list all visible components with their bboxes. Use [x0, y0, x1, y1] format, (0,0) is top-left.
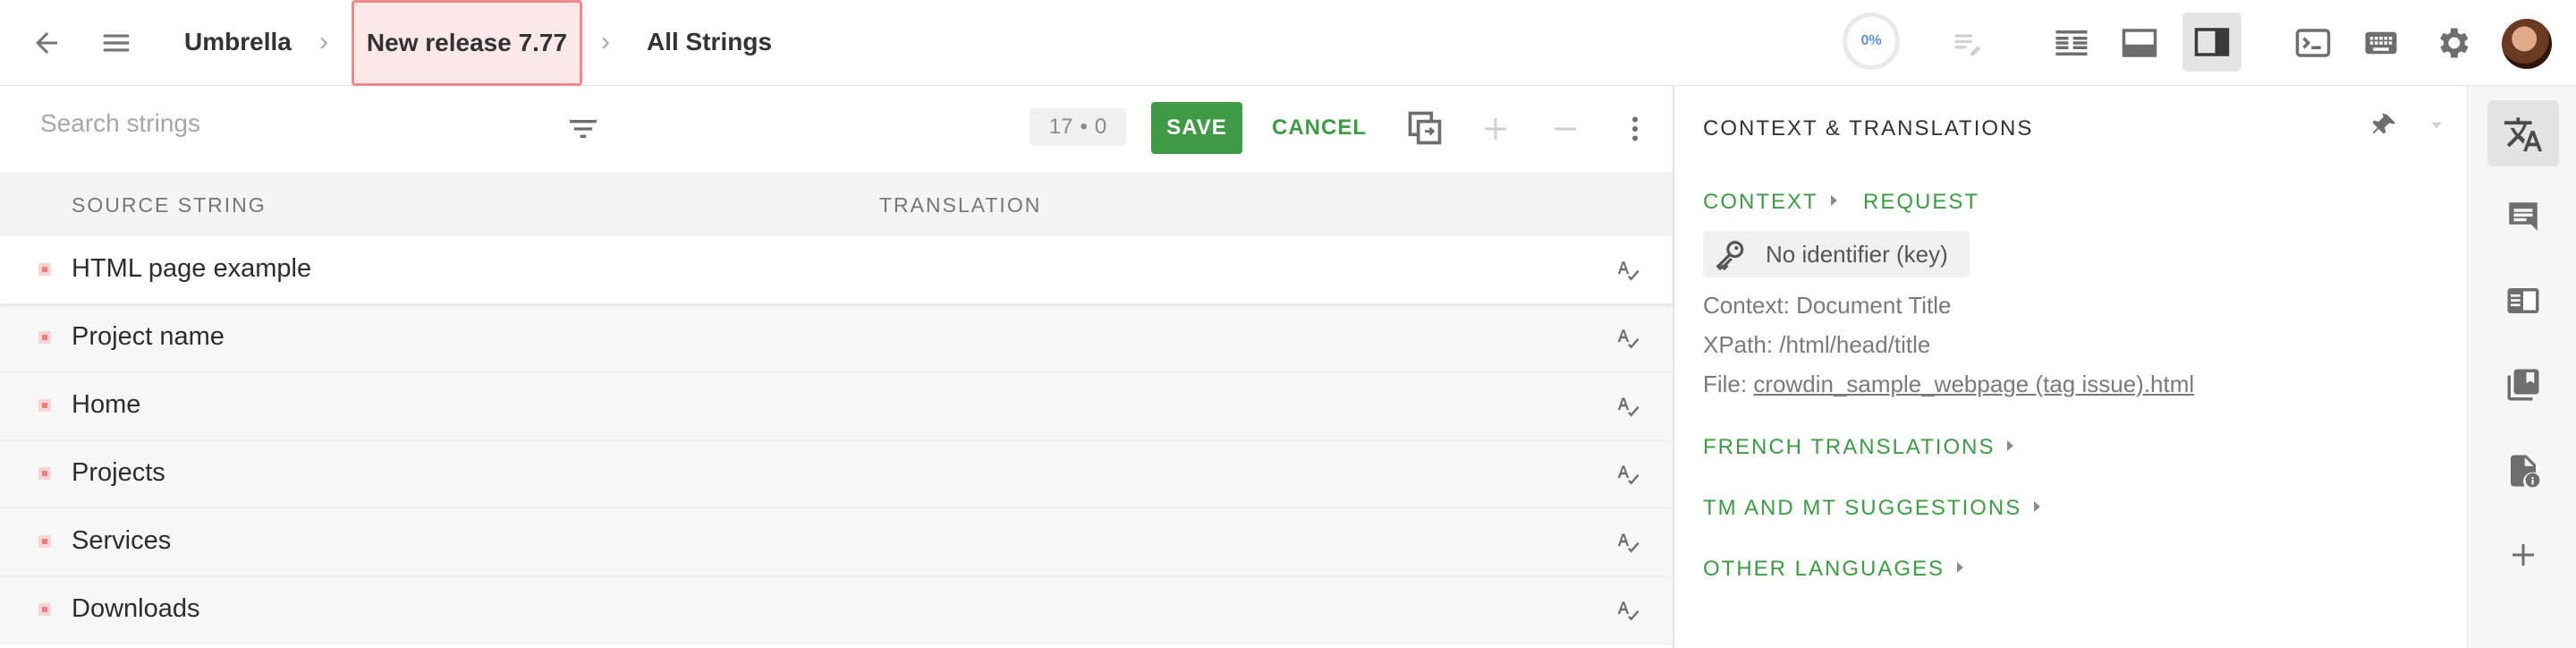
spellcheck-icon[interactable]	[1614, 256, 1641, 287]
add-panel-icon[interactable]	[2502, 533, 2545, 576]
french-translations-toggle[interactable]: FRENCH TRANSLATIONS	[1703, 435, 2014, 460]
sidebar-layout-icon[interactable]	[2182, 13, 2241, 72]
tm-mt-suggestions-toggle[interactable]: TM AND MT SUGGESTIONS	[1703, 496, 2041, 521]
unpin-icon[interactable]	[2365, 106, 2404, 145]
source-string: Project name	[72, 322, 225, 351]
cancel-button[interactable]: CANCEL	[1270, 102, 1368, 154]
key-icon	[1714, 238, 1748, 277]
untranslated-marker-icon	[38, 535, 51, 548]
identifier-chip: No identifier (key)	[1703, 231, 1970, 277]
source-string: Services	[72, 526, 172, 555]
spellcheck-icon[interactable]	[1614, 460, 1641, 491]
breadcrumb-chevron-icon: ›	[319, 27, 328, 56]
minus-icon[interactable]	[1546, 109, 1585, 149]
expand-arrow-icon	[2034, 500, 2041, 512]
strings-panel: Search strings 17 • 0 SAVE CANCEL SOURCE…	[0, 86, 1673, 648]
copy-source-icon[interactable]	[1404, 107, 1445, 149]
hamburger-menu-icon[interactable]	[97, 23, 136, 63]
filter-icon[interactable]	[564, 109, 603, 149]
untranslated-marker-icon	[38, 603, 51, 616]
table-row[interactable]: Projects	[0, 440, 1673, 508]
strings-counter: 17 • 0	[1030, 108, 1126, 146]
chevron-down-icon[interactable]	[2420, 109, 2453, 141]
file-link[interactable]: crowdin_sample_webpage (tag issue).html	[1753, 371, 2194, 397]
table-row[interactable]: Home	[0, 372, 1673, 440]
counter-separator: •	[1080, 115, 1088, 139]
context-label: CONTEXT	[1703, 190, 1818, 214]
translation-column-header: TRANSLATION	[879, 193, 1042, 217]
table-row[interactable]: Project name	[0, 304, 1673, 372]
untranslated-marker-icon	[38, 263, 51, 276]
xpath-info: XPath: /html/head/title	[1703, 331, 1930, 359]
table-row[interactable]: HTML page example	[0, 236, 1673, 304]
avatar[interactable]	[2502, 19, 2552, 69]
context-prefix: Context:	[1703, 292, 1790, 319]
section-label: FRENCH TRANSLATIONS	[1703, 435, 1996, 459]
untranslated-marker-icon	[38, 331, 51, 344]
context-section-toggle[interactable]: CONTEXT	[1703, 190, 1837, 215]
panel-title: CONTEXT & TRANSLATIONS	[1703, 116, 2034, 141]
spellcheck-icon[interactable]	[1614, 324, 1641, 355]
expand-arrow-icon	[2007, 439, 2014, 451]
source-string: Downloads	[72, 594, 200, 623]
table-row[interactable]: Services	[0, 508, 1673, 576]
source-string: Projects	[72, 458, 165, 487]
identifier-text: No identifier (key)	[1766, 241, 1948, 268]
untranslated-marker-icon	[38, 399, 51, 412]
comments-icon[interactable]	[2502, 195, 2545, 238]
plus-icon[interactable]	[1476, 109, 1515, 149]
section-label: OTHER LANGUAGES	[1703, 557, 1945, 581]
save-button[interactable]: SAVE	[1151, 102, 1242, 154]
source-column-header: SOURCE STRING	[72, 193, 267, 217]
top-bar: Umbrella › New release 7.77 › All String…	[0, 0, 2576, 86]
search-input[interactable]: Search strings	[40, 109, 200, 138]
expand-arrow-icon	[1957, 561, 1964, 573]
breadcrumb-all-strings[interactable]: All Strings	[647, 25, 772, 59]
source-string: Home	[72, 390, 141, 419]
breadcrumb-branch[interactable]: New release 7.77	[352, 0, 582, 86]
glossary-icon[interactable]	[2502, 279, 2545, 322]
file-prefix: File:	[1703, 371, 1748, 397]
counter-selected: 0	[1094, 115, 1107, 139]
counter-total: 17	[1048, 115, 1073, 139]
more-vertical-icon[interactable]	[1615, 109, 1655, 149]
translate-icon[interactable]	[2502, 113, 2545, 156]
gear-icon[interactable]	[2433, 23, 2472, 63]
spellcheck-icon[interactable]	[1614, 392, 1641, 423]
expand-arrow-icon	[1830, 194, 1837, 206]
context-info: Context: Document Title	[1703, 292, 1951, 320]
context-translations-panel: CONTEXT & TRANSLATIONS CONTEXT REQUEST N…	[1674, 86, 2467, 648]
side-rail	[2467, 86, 2576, 648]
source-string: HTML page example	[72, 254, 312, 283]
breadcrumb-chevron-icon: ›	[601, 27, 610, 56]
spellcheck-icon[interactable]	[1614, 528, 1641, 559]
library-bookmarks-icon[interactable]	[2502, 363, 2545, 406]
console-icon[interactable]	[2293, 23, 2333, 63]
edit-notes-icon[interactable]	[1948, 23, 1987, 63]
context-value: Document Title	[1796, 292, 1952, 319]
untranslated-marker-icon	[38, 467, 51, 480]
spellcheck-icon[interactable]	[1614, 596, 1641, 627]
keyboard-icon[interactable]	[2361, 23, 2401, 63]
file-info: File: crowdin_sample_webpage (tag issue)…	[1703, 371, 2194, 398]
breadcrumb-project[interactable]: Umbrella	[184, 25, 292, 59]
xpath-prefix: XPath:	[1703, 331, 1774, 358]
side-by-side-layout-icon[interactable]	[2052, 23, 2091, 63]
table-header: SOURCE STRING TRANSLATION	[0, 172, 1673, 236]
translation-progress: 0%	[1843, 13, 1900, 70]
stacked-layout-icon[interactable]	[2120, 23, 2159, 63]
xpath-value: /html/head/title	[1779, 331, 1931, 358]
file-info-icon[interactable]	[2502, 449, 2545, 492]
table-row[interactable]: Downloads	[0, 576, 1673, 644]
back-arrow-icon[interactable]	[27, 23, 66, 63]
other-languages-toggle[interactable]: OTHER LANGUAGES	[1703, 557, 1964, 582]
strings-toolbar: Search strings 17 • 0 SAVE CANCEL	[0, 86, 1673, 172]
request-context-link[interactable]: REQUEST	[1863, 190, 1979, 215]
section-label: TM AND MT SUGGESTIONS	[1703, 496, 2022, 520]
